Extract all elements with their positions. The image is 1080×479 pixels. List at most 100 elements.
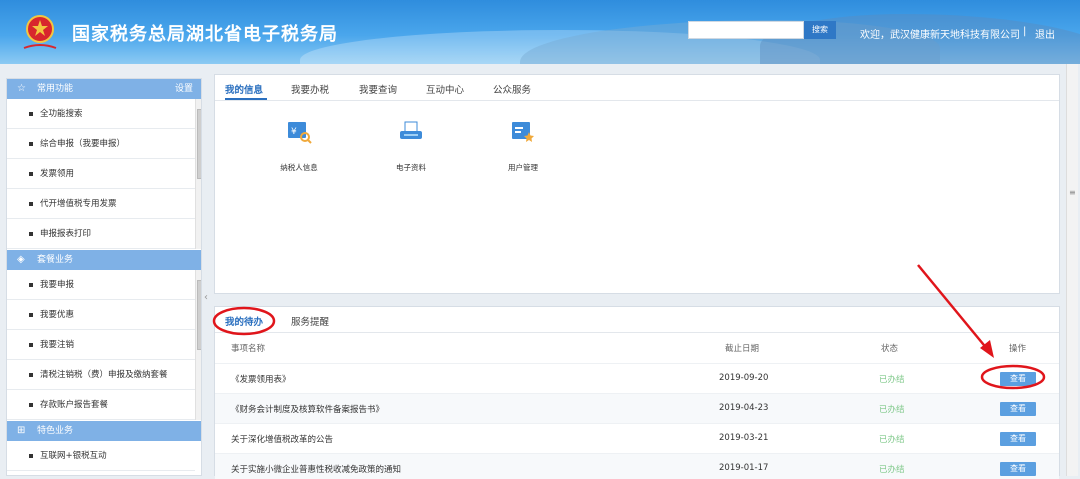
bullet-icon — [29, 373, 33, 377]
sidebar-item-label: 互联网+银税互动 — [40, 451, 107, 461]
bullet-icon — [29, 142, 33, 146]
item-deadline: 2019-03-21 — [719, 433, 769, 443]
sidebar-item-label: 综合申报（我要申报） — [40, 139, 126, 149]
item-deadline: 2019-01-17 — [719, 463, 769, 473]
status-badge: 已办结 — [879, 375, 905, 385]
sidebar: ☆ 常用功能 设置 全功能搜索 综合申报（我要申报） 发票领用 代开增值税专用发… — [6, 78, 202, 476]
sidebar-section-package[interactable]: ◈ 套餐业务 — [7, 250, 201, 270]
view-button[interactable]: 查看 — [1000, 372, 1036, 386]
column-header-action: 操作 — [1009, 344, 1027, 354]
section-title: 套餐业务 — [37, 255, 74, 265]
tax-emblem-icon — [23, 15, 57, 49]
sidebar-item-deregister[interactable]: 我要注销 — [7, 330, 195, 360]
item-name[interactable]: 关于深化增值税改革的公告 — [231, 433, 333, 445]
sidebar-item-label: 代开增值税专用发票 — [40, 199, 117, 209]
grid-icon: ⊞ — [17, 425, 26, 436]
tab-my-info[interactable]: 我的信息 — [225, 82, 263, 96]
cube-icon: ◈ — [17, 254, 25, 265]
sidebar-item-deposit-account[interactable]: 存款账户报告套餐 — [7, 390, 195, 420]
item-name[interactable]: 《发票领用表》 — [231, 373, 291, 385]
my-info-panel: 我的信息 我要办税 我要查询 互动中心 公众服务 ¥ 纳税人信息 电子资料 用户… — [214, 74, 1060, 294]
svg-text:¥: ¥ — [291, 127, 297, 137]
item-name[interactable]: 关于实施小微企业普惠性税收减免政策的通知 — [231, 463, 401, 475]
active-tab-indicator — [225, 98, 267, 100]
section-title: 常用功能 — [37, 84, 74, 94]
item-name[interactable]: 《财务会计制度及核算软件备案报告书》 — [231, 403, 384, 415]
table-row: 关于实施小微企业普惠性税收减免政策的通知 2019-01-17 已办结 查看 — [215, 453, 1059, 479]
status-badge: 已办结 — [879, 405, 905, 415]
sidebar-item-declare[interactable]: 综合申报（我要申报） — [7, 129, 195, 159]
tile-user-management[interactable]: 用户管理 — [493, 119, 553, 173]
item-deadline: 2019-09-20 — [719, 373, 769, 383]
main-tabs: 我的信息 我要办税 我要查询 互动中心 公众服务 — [215, 75, 1059, 101]
tab-service-reminder[interactable]: 服务提醒 — [291, 314, 329, 328]
header-separator: | — [1023, 26, 1027, 37]
sidebar-item-label: 我要注销 — [40, 340, 75, 350]
bullet-icon — [29, 343, 33, 347]
view-button[interactable]: 查看 — [1000, 402, 1036, 416]
view-button[interactable]: 查看 — [1000, 432, 1036, 446]
status-badge: 已办结 — [879, 465, 905, 475]
site-header: 国家税务总局湖北省电子税务局 搜索 欢迎，武汉健康新天地科技有限公司 | 退出 — [0, 0, 1080, 64]
sidebar-item-label: 申报报表打印 — [40, 229, 92, 239]
bullet-icon — [29, 403, 33, 407]
column-header-deadline: 截止日期 — [725, 344, 760, 354]
page-scrollbar[interactable]: ≡ — [1066, 64, 1078, 476]
tile-label: 纳税人信息 — [280, 163, 318, 172]
tab-query[interactable]: 我要查询 — [359, 82, 397, 96]
welcome-text: 欢迎，武汉健康新天地科技有限公司 — [860, 30, 1020, 41]
item-deadline: 2019-04-23 — [719, 403, 769, 413]
star-icon: ☆ — [17, 83, 26, 94]
sidebar-item-tax-clearance[interactable]: 清税注销税（费）申报及缴纳套餐 — [7, 360, 195, 390]
sidebar-section-common[interactable]: ☆ 常用功能 设置 — [7, 79, 201, 99]
bullet-icon — [29, 202, 33, 206]
site-title: 国家税务总局湖北省电子税务局 — [72, 24, 338, 45]
sidebar-collapse-handle[interactable]: ‹ — [204, 292, 212, 308]
sidebar-item-report-print[interactable]: 申报报表打印 — [7, 219, 195, 249]
sidebar-item-label: 存款账户报告套餐 — [40, 400, 109, 410]
table-row: 《财务会计制度及核算软件备案报告书》 2019-04-23 已办结 查看 — [215, 393, 1059, 423]
bullet-icon — [29, 232, 33, 236]
tab-tax-handling[interactable]: 我要办税 — [291, 82, 329, 96]
sidebar-item-invoice[interactable]: 发票领用 — [7, 159, 195, 189]
scrollbar-thumb[interactable] — [197, 109, 201, 179]
table-row: 关于深化增值税改革的公告 2019-03-21 已办结 查看 — [215, 423, 1059, 453]
sidebar-scrollbar[interactable] — [195, 99, 201, 249]
user-management-icon — [512, 122, 534, 142]
sidebar-item-discount[interactable]: 我要优惠 — [7, 300, 195, 330]
taxpayer-info-icon: ¥ — [288, 122, 312, 144]
tab-my-todo[interactable]: 我的待办 — [225, 314, 263, 328]
sidebar-section-special[interactable]: ⊞ 特色业务 — [7, 421, 201, 441]
bullet-icon — [29, 283, 33, 287]
sidebar-item-label: 我要申报 — [40, 280, 75, 290]
settings-link[interactable]: 设置 — [175, 79, 193, 99]
tab-public-service[interactable]: 公众服务 — [493, 82, 531, 96]
tile-label: 用户管理 — [508, 163, 538, 172]
bullet-icon — [29, 112, 33, 116]
tile-electronic-data[interactable]: 电子资料 — [381, 119, 441, 173]
logout-link[interactable]: 退出 — [1035, 26, 1055, 41]
tile-label: 电子资料 — [396, 163, 426, 172]
sidebar-item-label: 全功能搜索 — [40, 109, 83, 119]
tab-interaction[interactable]: 互动中心 — [426, 82, 464, 96]
scrollbar-thumb[interactable] — [197, 280, 201, 350]
todo-panel: 我的待办 服务提醒 事项名称 截止日期 状态 操作 《发票领用表》 2019-0… — [214, 306, 1060, 479]
tile-taxpayer-info[interactable]: ¥ 纳税人信息 — [269, 119, 329, 173]
electronic-data-icon — [400, 121, 422, 139]
search-button[interactable]: 搜索 — [804, 21, 836, 39]
todo-tabs: 我的待办 服务提醒 — [215, 307, 1059, 333]
column-header-name: 事项名称 — [231, 344, 266, 354]
search-input[interactable] — [688, 21, 804, 39]
bullet-icon — [29, 313, 33, 317]
sidebar-item-label: 发票领用 — [40, 169, 75, 179]
sidebar-item-bank-tax[interactable]: 互联网+银税互动 — [7, 441, 195, 471]
sidebar-item-declare-pkg[interactable]: 我要申报 — [7, 270, 195, 300]
scroll-arrow-icon: ≡ — [1069, 188, 1076, 197]
sidebar-item-search[interactable]: 全功能搜索 — [7, 99, 195, 129]
section-title: 特色业务 — [37, 426, 74, 436]
sidebar-scrollbar[interactable] — [195, 270, 201, 420]
sidebar-item-vat-invoice[interactable]: 代开增值税专用发票 — [7, 189, 195, 219]
table-row: 《发票领用表》 2019-09-20 已办结 查看 — [215, 363, 1059, 393]
view-button[interactable]: 查看 — [1000, 462, 1036, 476]
sidebar-item-label: 清税注销税（费）申报及缴纳套餐 — [40, 370, 168, 380]
